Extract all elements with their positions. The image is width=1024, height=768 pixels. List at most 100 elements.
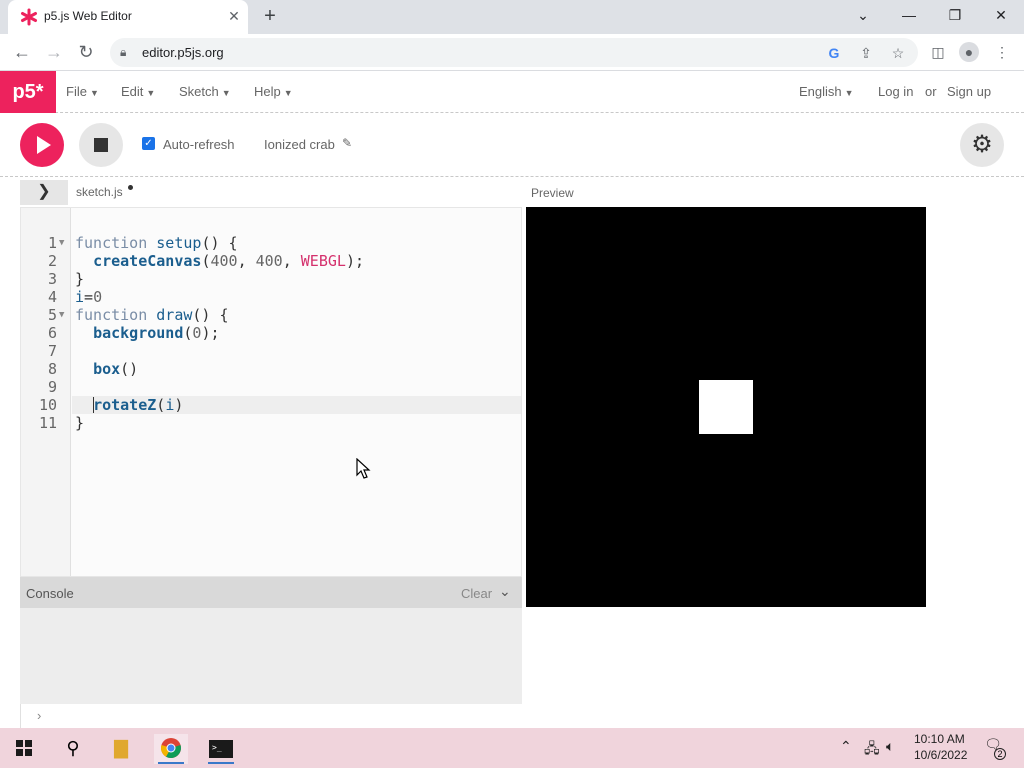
profile-avatar-icon[interactable]: ● (959, 42, 979, 62)
preview-label: Preview (531, 186, 574, 200)
console-title: Console (26, 586, 74, 601)
line-number: 9 (47, 378, 57, 396)
browser-tab-title: p5.js Web Editor (44, 9, 132, 23)
clock-time[interactable]: 10:10 AM (914, 732, 965, 746)
forward-button[interactable]: → (42, 40, 66, 64)
editor-header: ❯ sketch.js (20, 180, 522, 207)
console-input[interactable]: › (20, 704, 522, 728)
line-number: 3 (47, 270, 57, 288)
menu-help-label: Help (254, 84, 281, 99)
search-icon[interactable]: ⚲ (56, 734, 90, 764)
line-number: 4 (47, 288, 57, 306)
address-bar[interactable]: 🔒︎ editor.p5js.org G ⇪ ☆ (110, 38, 918, 67)
code-line-11: } (75, 414, 85, 432)
console-clear-button[interactable]: Clear (461, 586, 492, 601)
volume-icon[interactable]: 🔈︎ (886, 738, 894, 755)
menu-edit-label: Edit (121, 84, 144, 99)
mouse-pointer-icon (356, 458, 371, 479)
close-window-button[interactable]: ✕ (986, 4, 1016, 28)
tab-close-icon[interactable]: ✕ (224, 6, 244, 26)
chrome-logo-icon (161, 738, 181, 759)
terminal-window-icon: >_ (209, 740, 233, 758)
menu-file[interactable]: File ▼ (66, 84, 99, 99)
fold-arrow-icon[interactable]: ▼ (59, 234, 64, 252)
browser-tab-strip: p5.js Web Editor ✕ + ⌄ — ❐ ✕ (0, 0, 1024, 34)
console-collapse-chevron-icon[interactable]: ⌄ (499, 583, 511, 600)
language-label: English (799, 84, 842, 99)
file-tab[interactable]: sketch.js (76, 185, 123, 199)
menu-edit[interactable]: Edit ▼ (121, 84, 155, 99)
browser-menu-icon[interactable]: ⋮ (992, 42, 1012, 62)
file-explorer-icon[interactable]: ▇ (104, 734, 138, 764)
menu-file-label: File (66, 84, 87, 99)
p5-nav-bar: p5* File ▼ Edit ▼ Sketch ▼ Help ▼ English ▼ L… (0, 71, 1024, 113)
clock-date[interactable]: 10/6/2022 (914, 748, 967, 762)
network-icon[interactable]: 🖧︎ (864, 738, 880, 762)
autorefresh-label: Auto-refresh (163, 137, 235, 152)
code-line-4: i=0 (75, 288, 103, 306)
line-number: 11 (38, 414, 57, 432)
console-output (20, 608, 522, 704)
rendered-box (699, 380, 753, 434)
code-line-8: box() (93, 360, 139, 378)
code-line-5: function draw() { (75, 306, 229, 324)
code-line-10: rotateZ(i) (93, 396, 184, 414)
tab-search-chevron-icon[interactable]: ⌄ (848, 4, 878, 28)
settings-gear-icon[interactable]: ⚙ (960, 123, 1004, 167)
active-app-indicator (158, 762, 184, 764)
line-gutter: 1 2 3 4 5 6 7 8 9 10 11 ▼ ▼ (21, 208, 71, 576)
line-number: 8 (47, 360, 57, 378)
line-number: 5 (47, 306, 57, 324)
browser-toolbar: ← → ↻ 🔒︎ editor.p5js.org G ⇪ ☆ ◫ ● ⋮ (0, 34, 1024, 71)
code-line-6: background(0); (93, 324, 220, 342)
chevron-down-icon: ▼ (221, 88, 231, 98)
terminal-icon[interactable]: >_ (204, 734, 238, 764)
code-line-3: } (75, 270, 85, 288)
fold-arrow-icon[interactable]: ▼ (59, 306, 64, 324)
menu-help[interactable]: Help ▼ (254, 84, 293, 99)
google-icon[interactable]: G (824, 43, 844, 63)
p5-logo[interactable]: p5* (0, 71, 56, 113)
code-line-1: function setup() { (75, 234, 238, 252)
restore-button[interactable]: ❐ (940, 4, 970, 28)
back-button[interactable]: ← (10, 40, 34, 64)
svg-text:>_: >_ (212, 743, 222, 752)
sketch-toolbar: ✓ Auto-refresh Ionized crab ✎ ⚙ (0, 113, 1024, 177)
minimize-button[interactable]: — (894, 4, 924, 28)
lock-icon[interactable]: 🔒︎ (120, 45, 126, 60)
browser-tab[interactable]: p5.js Web Editor ✕ (8, 0, 248, 34)
p5-favicon-icon (21, 8, 37, 26)
language-selector[interactable]: English ▼ (799, 84, 854, 99)
play-button[interactable] (20, 123, 64, 167)
pencil-icon[interactable]: ✎ (342, 136, 352, 150)
url-text[interactable]: editor.p5js.org (142, 45, 224, 60)
menu-sketch-label: Sketch (179, 84, 219, 99)
tray-chevron-up-icon[interactable]: ⌃ (840, 738, 852, 755)
autorefresh-checkbox[interactable]: ✓ (142, 137, 155, 150)
sidebar-toggle-chevron-icon[interactable]: ❯ (20, 180, 68, 205)
line-number: 2 (47, 252, 57, 270)
line-number: 1 (47, 234, 57, 252)
side-panel-icon[interactable]: ◫ (928, 42, 948, 62)
share-icon[interactable]: ⇪ (856, 43, 876, 63)
code-line-2: createCanvas(400, 400, WEBGL); (93, 252, 364, 270)
sketch-name[interactable]: Ionized crab (264, 137, 335, 152)
chevron-down-icon: ▼ (283, 88, 293, 98)
login-link[interactable]: Log in (878, 84, 913, 99)
bookmark-star-icon[interactable]: ☆ (888, 43, 908, 63)
chevron-down-icon: ▼ (89, 88, 99, 98)
windows-start-icon[interactable] (8, 736, 40, 760)
preview-canvas[interactable] (526, 207, 926, 607)
reload-button[interactable]: ↻ (74, 40, 98, 64)
menu-sketch[interactable]: Sketch ▼ (179, 84, 231, 99)
console-prompt-icon: › (37, 708, 42, 723)
line-number: 6 (47, 324, 57, 342)
chrome-icon[interactable] (154, 734, 188, 764)
line-number: 10 (38, 396, 57, 414)
unsaved-indicator (128, 185, 133, 190)
notification-count-badge: 2 (994, 748, 1006, 760)
signup-link[interactable]: Sign up (947, 84, 991, 99)
code-editor[interactable]: 1 2 3 4 5 6 7 8 9 10 11 ▼ ▼ function set… (20, 207, 522, 577)
new-tab-button[interactable]: + (258, 5, 282, 29)
stop-button[interactable] (79, 123, 123, 167)
